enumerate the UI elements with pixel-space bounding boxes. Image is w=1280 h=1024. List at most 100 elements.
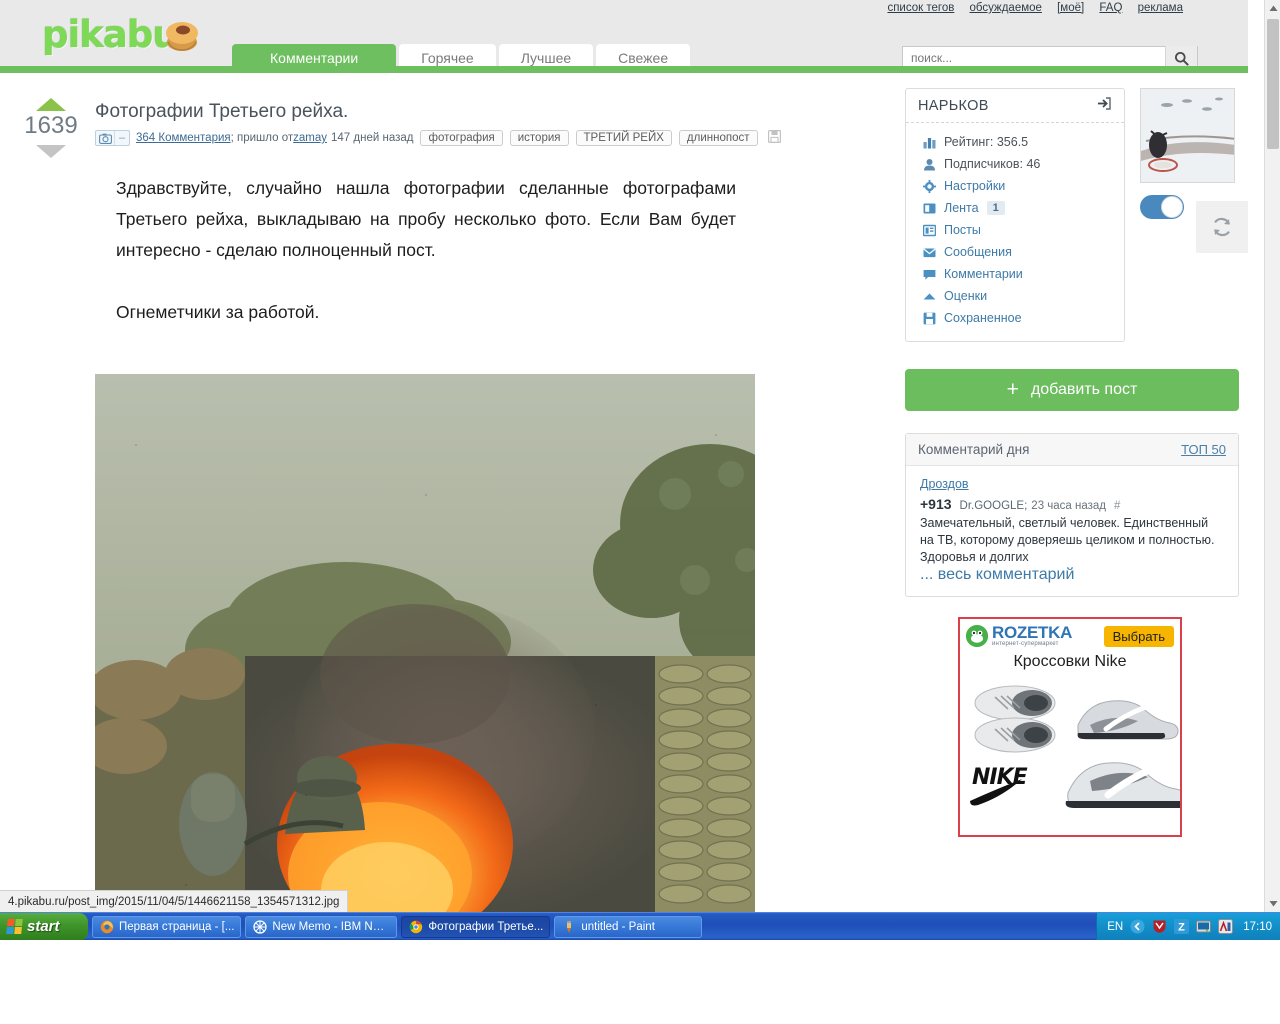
taskbar: start Первая страница - [... New Memo - … <box>0 912 1280 940</box>
refresh-button[interactable] <box>1196 201 1248 253</box>
feed-badge: 1 <box>987 201 1005 215</box>
add-post-button[interactable]: + добавить пост <box>905 369 1239 411</box>
profile-item-settings[interactable]: Настройки <box>920 175 1124 197</box>
thumbnail-image[interactable] <box>1140 88 1235 183</box>
profile-item-label[interactable]: Сообщения <box>944 245 1012 259</box>
post-paragraph-2: Огнеметчики за работой. <box>116 297 736 328</box>
show-hidden-icon[interactable] <box>1129 919 1145 935</box>
sneakers-graphic <box>960 673 1182 813</box>
tag-0[interactable]: фотография <box>420 130 502 146</box>
post-image[interactable] <box>95 374 755 912</box>
chrome-icon <box>408 919 423 934</box>
triangle-up-icon <box>920 288 938 304</box>
antivirus-icon[interactable] <box>1151 919 1167 935</box>
tray-clock[interactable]: 17:10 <box>1243 921 1272 933</box>
comment-permalink[interactable]: # <box>1114 500 1120 512</box>
taskbar-button-label: untitled - Paint <box>581 921 655 933</box>
ad-banner[interactable]: ROZETKA интернет-супермаркет Выбрать Кро… <box>958 617 1182 837</box>
comments-count-link[interactable]: 364 Комментария <box>136 132 231 144</box>
profile-item-label[interactable]: Лента <box>944 201 979 215</box>
user-icon <box>920 156 938 172</box>
scroll-down-button[interactable] <box>1265 895 1280 912</box>
ad-artwork: NIKE <box>960 673 1180 813</box>
status-bar: 4.pikabu.ru/post_img/2015/11/04/5/144662… <box>0 890 348 912</box>
taskbar-button-notes[interactable]: New Memo - IBM Notes <box>245 916 397 938</box>
save-icon <box>920 310 938 326</box>
top-link-mine[interactable]: [моё] <box>1057 2 1084 14</box>
network-icon[interactable] <box>1195 919 1211 935</box>
post-rating: 1639 <box>20 98 82 158</box>
add-post-label: добавить пост <box>1031 381 1137 399</box>
profile-item-ratings[interactable]: Оценки <box>920 285 1124 307</box>
profile-item-label[interactable]: Настройки <box>944 179 1005 193</box>
paint-icon <box>561 919 576 934</box>
search-input[interactable] <box>903 51 1165 65</box>
downvote-button[interactable] <box>36 145 66 158</box>
system-tray: EN Z <box>1096 913 1280 941</box>
profile-item-posts[interactable]: Посты <box>920 219 1124 241</box>
profile-username[interactable]: НАРЬКОВ <box>918 98 989 114</box>
chevron-down-icon <box>1269 900 1278 907</box>
post-title[interactable]: Фотографии Третьего рейха. <box>95 101 348 123</box>
zoom-icon[interactable]: Z <box>1173 919 1189 935</box>
post-image-graphic <box>95 374 755 912</box>
pikabu-logo[interactable]: pikabu <box>42 12 222 58</box>
top-link-tags[interactable]: список тегов <box>887 2 954 14</box>
start-button[interactable]: start <box>0 913 88 941</box>
profile-item-label[interactable]: Комментарии <box>944 267 1023 281</box>
tag-3[interactable]: длиннопост <box>679 130 758 146</box>
logout-icon[interactable] <box>1097 96 1112 116</box>
profile-item-feed[interactable]: Лента 1 <box>920 197 1124 219</box>
toggle-knob <box>1161 196 1183 218</box>
top-link-faq[interactable]: FAQ <box>1099 2 1122 14</box>
media-type-button[interactable]: – <box>95 130 130 146</box>
top50-link[interactable]: ТОП 50 <box>1181 442 1226 457</box>
windows-flag-icon <box>6 919 23 934</box>
comment-more-link[interactable]: ... весь комментарий <box>920 566 1074 583</box>
tag-1[interactable]: история <box>510 130 569 146</box>
status-url: 4.pikabu.ru/post_img/2015/11/04/5/144662… <box>8 896 339 908</box>
profile-item-label[interactable]: Оценки <box>944 289 987 303</box>
top-link-ads[interactable]: реклама <box>1138 2 1183 14</box>
desktop-background <box>0 940 1280 1024</box>
camera-icon <box>96 131 114 145</box>
profile-item-saved[interactable]: Сохраненное <box>920 307 1124 329</box>
comment-text: Замечательный, светлый человек. Единстве… <box>920 515 1224 566</box>
comment-of-day-title: Комментарий дня <box>918 442 1029 457</box>
tray-language[interactable]: EN <box>1107 921 1123 933</box>
search-icon <box>1174 51 1189 66</box>
rating-score: 1639 <box>20 113 82 139</box>
thumbnail-widget <box>1140 88 1239 219</box>
vertical-scrollbar[interactable] <box>1264 0 1280 912</box>
comment-icon <box>920 266 938 282</box>
post-author-link[interactable]: zamay <box>293 132 327 144</box>
ad-cta-button[interactable]: Выбрать <box>1104 626 1174 647</box>
nike-wordmark: NIKE <box>972 765 1027 790</box>
top-link-discussed[interactable]: обсуждаемое <box>970 2 1042 14</box>
comment-author-link[interactable]: Дроздов <box>920 477 969 491</box>
profile-item-comments[interactable]: Комментарии <box>920 263 1124 285</box>
scrollbar-thumb[interactable] <box>1267 19 1279 149</box>
tag-2[interactable]: ТРЕТИЙ РЕЙХ <box>576 130 672 146</box>
taskbar-button-firefox[interactable]: Первая страница - [... <box>92 916 241 938</box>
upvote-button[interactable] <box>36 98 66 111</box>
start-label: start <box>27 918 60 935</box>
save-post-icon[interactable] <box>768 130 781 146</box>
meta-separator: ; пришло от <box>231 132 294 144</box>
ad-header: ROZETKA интернет-супермаркет Выбрать <box>960 619 1180 647</box>
header-underline <box>0 66 1248 73</box>
refresh-icon <box>1211 216 1233 238</box>
ad-brand: ROZETKA <box>992 625 1072 641</box>
taskbar-button-chrome[interactable]: Фотографии Третье... <box>401 916 550 938</box>
profile-menu: Рейтинг: 356.5 Подписчиков: 46 <box>906 123 1124 341</box>
post-time: 147 дней назад <box>331 132 413 144</box>
scroll-up-button[interactable] <box>1265 0 1280 17</box>
profile-panel: НАРЬКОВ <box>905 88 1125 342</box>
profile-item-messages[interactable]: Сообщения <box>920 241 1124 263</box>
profile-item-label[interactable]: Сохраненное <box>944 311 1022 325</box>
profile-item-label[interactable]: Посты <box>944 223 981 237</box>
taskbar-button-paint[interactable]: untitled - Paint <box>554 916 702 938</box>
app-icon[interactable] <box>1217 919 1233 935</box>
toggle-switch[interactable] <box>1140 195 1184 219</box>
feed-icon <box>920 200 938 216</box>
